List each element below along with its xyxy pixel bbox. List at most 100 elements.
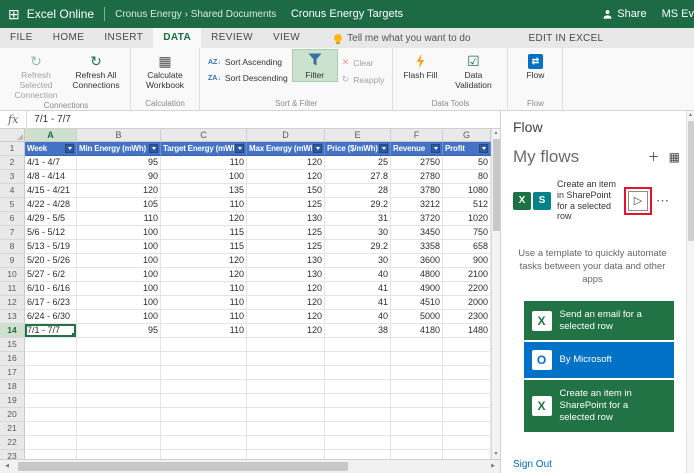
cell-A6[interactable]: 4/29 - 5/5 bbox=[25, 212, 77, 226]
cell-E17[interactable] bbox=[325, 366, 391, 380]
cell-B20[interactable] bbox=[77, 408, 161, 422]
cell-B4[interactable]: 120 bbox=[77, 184, 161, 198]
cell-F4[interactable]: 3780 bbox=[391, 184, 443, 198]
cell-F16[interactable] bbox=[391, 352, 443, 366]
cell-G15[interactable] bbox=[443, 338, 491, 352]
cell-D6[interactable]: 130 bbox=[247, 212, 325, 226]
cell-A12[interactable]: 6/17 - 6/23 bbox=[25, 296, 77, 310]
cell-C19[interactable] bbox=[161, 394, 247, 408]
column-header-G[interactable]: G bbox=[443, 129, 491, 142]
cell-C14[interactable]: 110 bbox=[161, 324, 247, 338]
tab-review[interactable]: REVIEW bbox=[201, 28, 263, 48]
cell-A11[interactable]: 6/10 - 6/16 bbox=[25, 282, 77, 296]
table-header-cell-A1[interactable]: Week bbox=[25, 142, 77, 156]
filter-dropdown-icon[interactable] bbox=[65, 144, 74, 153]
cell-F20[interactable] bbox=[391, 408, 443, 422]
horizontal-scrollbar[interactable]: ◀ ▶ bbox=[0, 459, 500, 473]
row-number-23[interactable]: 23 bbox=[0, 450, 25, 459]
row-number-20[interactable]: 20 bbox=[0, 408, 25, 422]
panel-scroll-up-icon[interactable]: ▲ bbox=[687, 111, 694, 120]
cell-G9[interactable]: 900 bbox=[443, 254, 491, 268]
cell-B16[interactable] bbox=[77, 352, 161, 366]
cell-A8[interactable]: 5/13 - 5/19 bbox=[25, 240, 77, 254]
cell-B18[interactable] bbox=[77, 380, 161, 394]
cell-C3[interactable]: 100 bbox=[161, 170, 247, 184]
table-header-cell-B1[interactable]: Min Energy (mWh) bbox=[77, 142, 161, 156]
scroll-right-icon[interactable]: ▶ bbox=[486, 460, 500, 473]
cell-A23[interactable] bbox=[25, 450, 77, 459]
row-number-19[interactable]: 19 bbox=[0, 394, 25, 408]
template-card-send-email[interactable]: Send an email for a selected row bbox=[523, 300, 674, 341]
cell-G7[interactable]: 750 bbox=[443, 226, 491, 240]
cell-C7[interactable]: 115 bbox=[161, 226, 247, 240]
cell-E19[interactable] bbox=[325, 394, 391, 408]
cell-G2[interactable]: 50 bbox=[443, 156, 491, 170]
cell-G13[interactable]: 2300 bbox=[443, 310, 491, 324]
template-card-outlook[interactable]: By Microsoft bbox=[523, 342, 674, 379]
table-header-cell-D1[interactable]: Max Energy (mWh) bbox=[247, 142, 325, 156]
cell-D22[interactable] bbox=[247, 436, 325, 450]
refresh-all-connections-button[interactable]: ↻ Refresh All Connections bbox=[67, 50, 125, 91]
cell-C13[interactable]: 110 bbox=[161, 310, 247, 324]
cell-B15[interactable] bbox=[77, 338, 161, 352]
cell-F15[interactable] bbox=[391, 338, 443, 352]
cell-E2[interactable]: 25 bbox=[325, 156, 391, 170]
row-number-1[interactable]: 1 bbox=[0, 142, 25, 156]
row-number-15[interactable]: 15 bbox=[0, 338, 25, 352]
cell-B2[interactable]: 95 bbox=[77, 156, 161, 170]
filter-dropdown-icon[interactable] bbox=[379, 144, 388, 153]
cell-A13[interactable]: 6/24 - 6/30 bbox=[25, 310, 77, 324]
cell-G4[interactable]: 1080 bbox=[443, 184, 491, 198]
row-number-14[interactable]: 14 bbox=[0, 324, 25, 338]
horizontal-scroll-thumb[interactable] bbox=[18, 462, 348, 471]
cell-A7[interactable]: 5/6 - 5/12 bbox=[25, 226, 77, 240]
cell-A10[interactable]: 5/27 - 6/2 bbox=[25, 268, 77, 282]
cell-D13[interactable]: 120 bbox=[247, 310, 325, 324]
cell-B19[interactable] bbox=[77, 394, 161, 408]
row-number-16[interactable]: 16 bbox=[0, 352, 25, 366]
row-number-10[interactable]: 10 bbox=[0, 268, 25, 282]
cell-D18[interactable] bbox=[247, 380, 325, 394]
cell-D11[interactable]: 120 bbox=[247, 282, 325, 296]
row-number-6[interactable]: 6 bbox=[0, 212, 25, 226]
cell-B7[interactable]: 100 bbox=[77, 226, 161, 240]
cell-C8[interactable]: 115 bbox=[161, 240, 247, 254]
cell-F5[interactable]: 3212 bbox=[391, 198, 443, 212]
scroll-down-icon[interactable]: ▼ bbox=[494, 450, 499, 459]
cell-D15[interactable] bbox=[247, 338, 325, 352]
cell-E3[interactable]: 27.8 bbox=[325, 170, 391, 184]
cell-A16[interactable] bbox=[25, 352, 77, 366]
cell-E15[interactable] bbox=[325, 338, 391, 352]
cell-C11[interactable]: 110 bbox=[161, 282, 247, 296]
tab-view[interactable]: VIEW bbox=[263, 28, 310, 48]
cell-A4[interactable]: 4/15 - 4/21 bbox=[25, 184, 77, 198]
cell-E7[interactable]: 30 bbox=[325, 226, 391, 240]
cell-B21[interactable] bbox=[77, 422, 161, 436]
row-number-5[interactable]: 5 bbox=[0, 198, 25, 212]
cell-B10[interactable]: 100 bbox=[77, 268, 161, 282]
cell-E13[interactable]: 40 bbox=[325, 310, 391, 324]
cell-D14[interactable]: 120 bbox=[247, 324, 325, 338]
column-header-E[interactable]: E bbox=[325, 129, 391, 142]
cell-A19[interactable] bbox=[25, 394, 77, 408]
panel-scroll-thumb[interactable] bbox=[687, 121, 694, 241]
cell-E8[interactable]: 29.2 bbox=[325, 240, 391, 254]
cell-G16[interactable] bbox=[443, 352, 491, 366]
cell-E10[interactable]: 40 bbox=[325, 268, 391, 282]
cell-F12[interactable]: 4510 bbox=[391, 296, 443, 310]
cell-G11[interactable]: 2200 bbox=[443, 282, 491, 296]
cell-E18[interactable] bbox=[325, 380, 391, 394]
row-number-11[interactable]: 11 bbox=[0, 282, 25, 296]
cell-G20[interactable] bbox=[443, 408, 491, 422]
cell-B8[interactable]: 100 bbox=[77, 240, 161, 254]
flow-list-item[interactable]: Create an item in SharePoint for a selec… bbox=[513, 179, 684, 222]
cell-D8[interactable]: 125 bbox=[247, 240, 325, 254]
vertical-scrollbar[interactable]: ▲ ▼ bbox=[491, 129, 500, 459]
cell-C23[interactable] bbox=[161, 450, 247, 459]
run-flow-play-button[interactable]: ▷ bbox=[628, 190, 648, 211]
cell-D21[interactable] bbox=[247, 422, 325, 436]
row-number-9[interactable]: 9 bbox=[0, 254, 25, 268]
cell-E23[interactable] bbox=[325, 450, 391, 459]
column-header-B[interactable]: B bbox=[77, 129, 161, 142]
column-header-F[interactable]: F bbox=[391, 129, 443, 142]
